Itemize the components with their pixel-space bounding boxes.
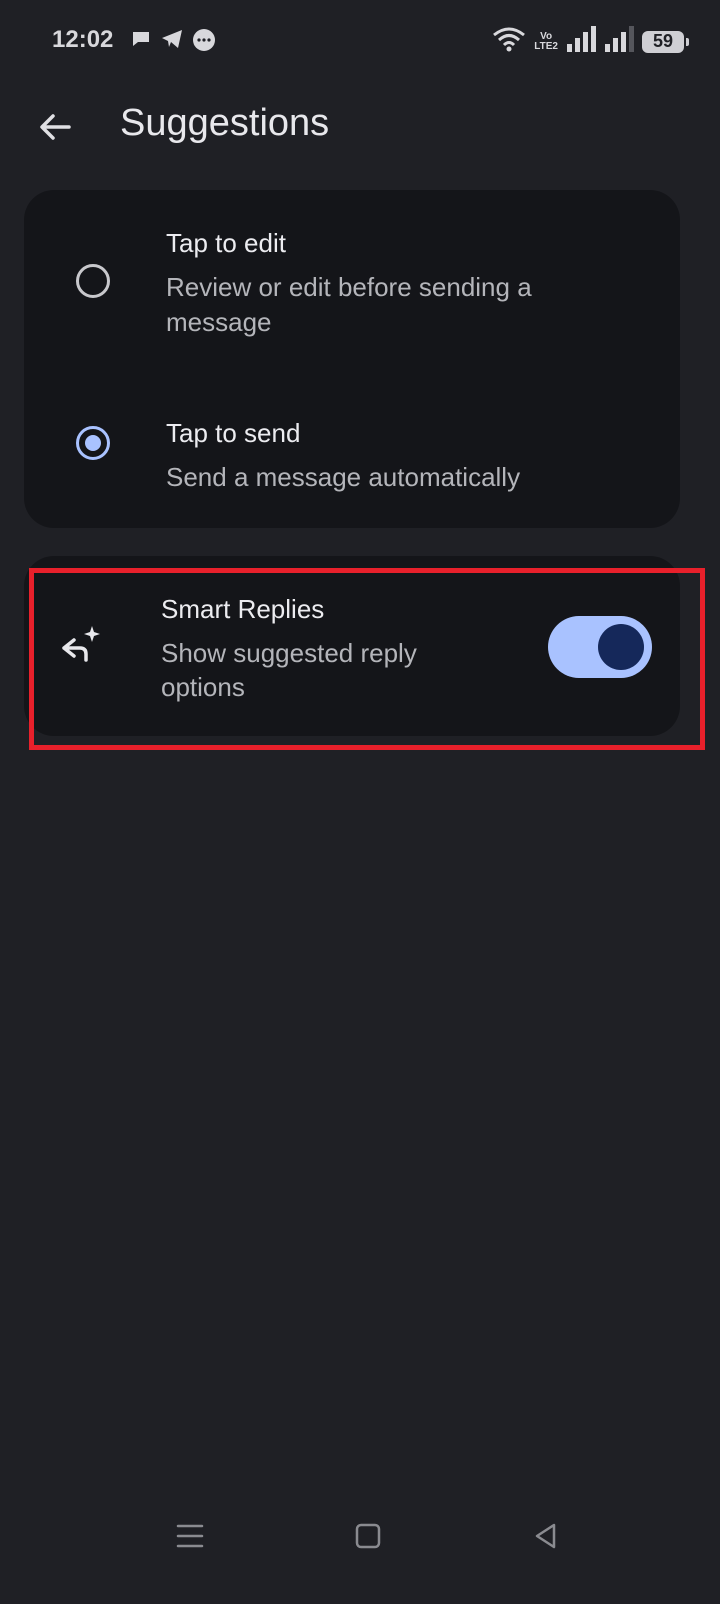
notification-icons: [130, 28, 216, 57]
chat-bubble-icon: [130, 28, 152, 57]
lte-label: LTE2: [534, 40, 558, 52]
toggle-knob: [598, 624, 644, 670]
home-button[interactable]: [348, 1516, 388, 1556]
back-button[interactable]: [30, 102, 80, 152]
wifi-icon: [492, 26, 526, 57]
suggestions-screen: 12:02 Vo LTE2 59 Suggestions Tap to edit…: [0, 0, 720, 1604]
navigation-bar: [0, 1500, 720, 1580]
option-subtitle: Review or edit before sending a message: [166, 272, 532, 337]
radio-unselected[interactable]: [76, 264, 110, 298]
radio-selected[interactable]: [76, 426, 110, 460]
smart-replies-subtitle: Show suggested reply options: [161, 638, 417, 702]
option-subtitle: Send a message automatically: [166, 462, 521, 492]
option-title: Tap to send: [166, 418, 301, 448]
smart-reply-sparkle-icon: [58, 620, 104, 666]
option-tap-to-edit[interactable]: Tap to edit Review or edit before sendin…: [24, 220, 680, 350]
recent-apps-button[interactable]: [170, 1516, 210, 1556]
telegram-icon: [160, 28, 184, 57]
page-title: Suggestions: [120, 102, 330, 144]
option-tap-to-send[interactable]: Tap to send Send a message automatically: [24, 410, 680, 500]
smart-replies-title: Smart Replies: [161, 594, 325, 624]
system-back-button[interactable]: [526, 1516, 566, 1556]
triangle-back-icon: [535, 1523, 556, 1549]
status-bar: 12:02 Vo LTE2 59: [0, 0, 720, 84]
arrow-left-icon: [40, 114, 71, 140]
system-status-icons: Vo LTE2 59: [492, 26, 689, 57]
smart-replies-row[interactable]: Smart Replies Show suggested reply optio…: [24, 556, 680, 736]
smart-replies-toggle[interactable]: [548, 616, 652, 678]
radio-dot: [85, 435, 101, 451]
status-time: 12:02: [52, 26, 114, 53]
signal-strength-1-icon: [566, 26, 596, 57]
square-icon: [355, 1523, 381, 1549]
suggestion-mode-card: Tap to edit Review or edit before sendin…: [24, 190, 680, 528]
signal-strength-2-icon: [604, 26, 634, 57]
battery-indicator: 59: [642, 30, 689, 53]
menu-icon: [176, 1524, 204, 1548]
option-title: Tap to edit: [166, 228, 286, 258]
messages-icon: [192, 28, 216, 57]
volte-indicator: Vo LTE2: [534, 31, 558, 52]
